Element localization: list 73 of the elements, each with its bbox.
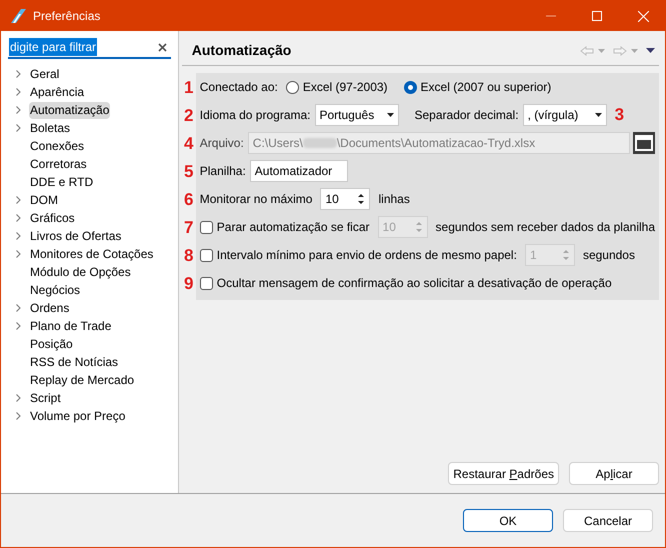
- clear-icon[interactable]: [158, 42, 167, 52]
- blurred-name: [302, 138, 337, 148]
- checkbox[interactable]: [200, 276, 213, 290]
- tree-item[interactable]: Boletas: [29, 120, 72, 136]
- tree-item[interactable]: DOM: [29, 192, 59, 208]
- spinner-value: 1: [528, 247, 538, 264]
- tree-item[interactable]: Conexões: [29, 138, 86, 154]
- field-label: Idioma do programa:: [200, 107, 310, 124]
- action-button[interactable]: Aplicar: [569, 462, 659, 485]
- checkbox[interactable]: [200, 248, 213, 262]
- text-field[interactable]: Automatizador: [250, 160, 348, 182]
- spin-arrows-icon[interactable]: [357, 192, 366, 206]
- filter-field[interactable]: digite para filtrar: [8, 37, 171, 59]
- step-number: 5: [183, 162, 194, 180]
- field-label: Planilha:: [200, 163, 246, 180]
- step-number: 2: [183, 106, 194, 124]
- app-logo-icon: [9, 8, 27, 24]
- tree-item[interactable]: Plano de Trade: [29, 318, 112, 334]
- tree-item[interactable]: Gráficos: [29, 210, 76, 226]
- field-label: Separador decimal:: [414, 107, 519, 124]
- unit-label: segundos: [582, 247, 635, 264]
- tree-item[interactable]: Replay de Mercado: [29, 372, 136, 388]
- radio-button[interactable]: [404, 80, 417, 94]
- tree-item[interactable]: RSS de Notícias: [29, 354, 120, 370]
- spinner-value: 10: [324, 191, 340, 208]
- tree-item[interactable]: Posição: [29, 336, 74, 352]
- option-label: Excel (97-2003): [302, 79, 388, 96]
- field-label: Monitorar no máximo: [200, 191, 312, 208]
- maximize-icon[interactable]: [592, 11, 602, 21]
- tree-item[interactable]: Aparência: [29, 84, 86, 100]
- caret-icon: [594, 113, 602, 117]
- number-spinner[interactable]: 10: [320, 188, 370, 210]
- step-number: 9: [183, 274, 194, 292]
- browse-button[interactable]: [633, 132, 655, 154]
- tree-item[interactable]: Livros de Ofertas: [29, 228, 122, 244]
- dropdown[interactable]: Português: [314, 104, 398, 126]
- tree-item[interactable]: DDE e RTD: [29, 174, 94, 190]
- step-number: 3: [614, 104, 624, 124]
- unit-label: linhas: [378, 191, 410, 208]
- tree-item[interactable]: Corretoras: [29, 156, 88, 172]
- option-label: Excel (2007 ou superior): [420, 79, 552, 96]
- tree-item[interactable]: Monitores de Cotações: [29, 246, 154, 262]
- checkbox[interactable]: [200, 220, 213, 234]
- tree-item[interactable]: Negócios: [29, 282, 82, 298]
- step-number: 8: [183, 246, 194, 264]
- tree-item[interactable]: Script: [29, 390, 62, 406]
- step-number: 1: [183, 78, 194, 96]
- tree-item[interactable]: Módulo de Opções: [29, 264, 132, 280]
- dialog-button[interactable]: OK: [463, 509, 553, 532]
- page-title: Automatização: [192, 41, 292, 60]
- close-icon[interactable]: [638, 10, 649, 22]
- tree-item[interactable]: Geral: [29, 66, 60, 82]
- unit-label: segundos sem receber dados da planilha: [436, 219, 655, 236]
- checkbox-label: Intervalo mínimo para envio de ordens de mesmo papel:: [216, 247, 517, 264]
- checkbox-label: Ocultar mensagem de confirmação ao solicitar a desativação de operação: [216, 275, 612, 292]
- tree-item[interactable]: Automatização: [29, 102, 110, 118]
- tree-item[interactable]: Ordens: [29, 300, 70, 316]
- dialog-button[interactable]: Cancelar: [563, 509, 653, 532]
- checkbox-label: Parar automatização se ficar: [216, 219, 370, 236]
- tree-item[interactable]: Volume por Preço: [29, 408, 126, 424]
- field-label: Conectado ao:: [200, 79, 278, 96]
- spinner-value: 10: [382, 219, 397, 236]
- action-button[interactable]: Restaurar Padrões: [448, 462, 559, 485]
- step-number: 6: [183, 190, 194, 208]
- folder-icon: [635, 135, 653, 151]
- dropdown[interactable]: , (vírgula): [522, 104, 607, 126]
- radio-button[interactable]: [286, 80, 299, 94]
- menu-caret-icon[interactable]: [646, 48, 655, 53]
- field-label: Arquivo:: [200, 135, 244, 152]
- window-title: Preferências: [33, 8, 100, 25]
- step-number: 4: [183, 134, 194, 152]
- caret-icon: [386, 113, 394, 117]
- step-number: 7: [183, 218, 194, 236]
